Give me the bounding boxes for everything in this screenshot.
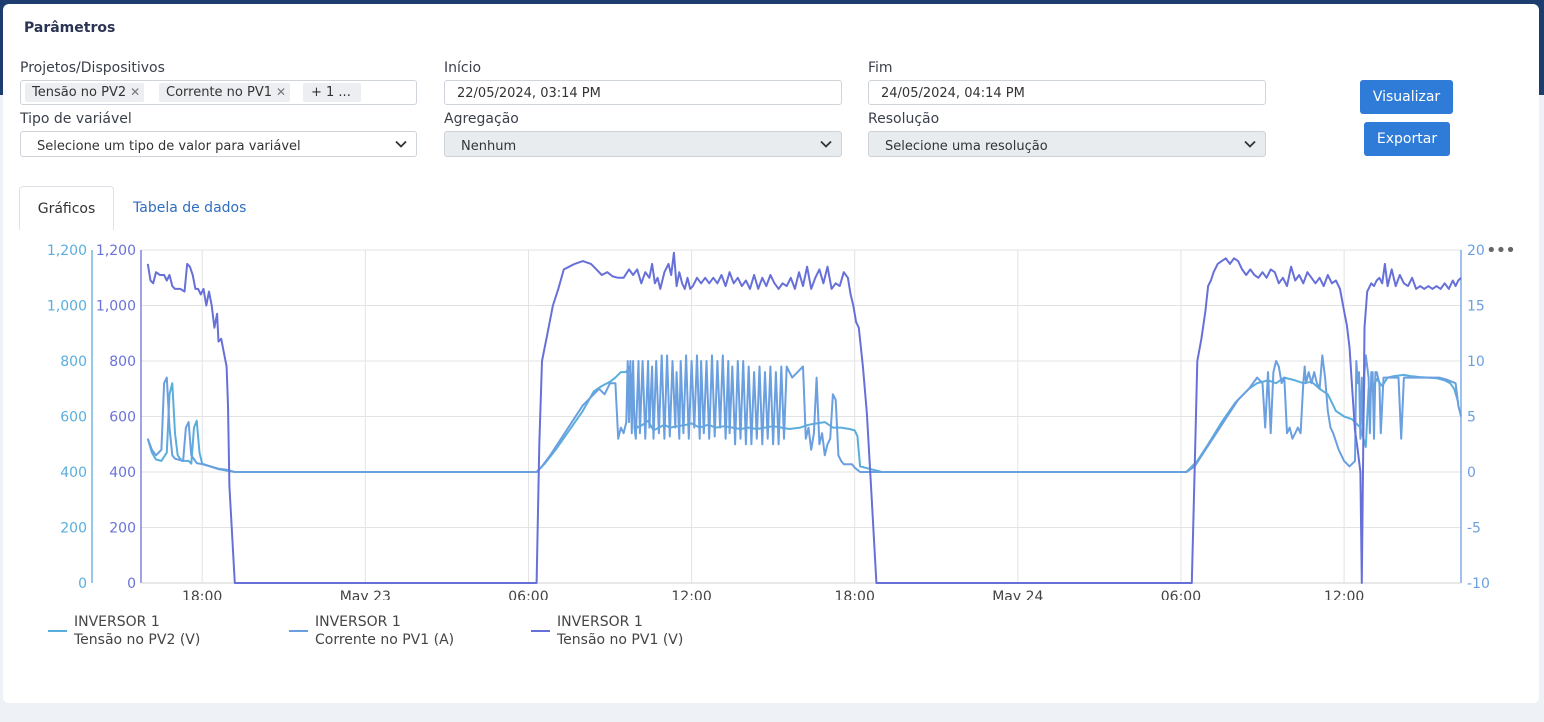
var-type-select[interactable]: Selecione um tipo de valor para variável [20, 131, 417, 157]
end-label: Fim [868, 60, 893, 76]
more-chips-badge[interactable]: + 1 ... [303, 83, 361, 102]
y-tick-label-left1: 400 [60, 465, 87, 481]
aggregation-value: Nenhum [461, 139, 517, 154]
start-value: 22/05/2024, 03:14 PM [457, 86, 601, 101]
y-tick-label-left2: 800 [109, 354, 136, 370]
legend-label: INVERSOR 1 Tensão no PV2 (V) [74, 613, 200, 649]
page-title: Parâmetros [24, 20, 116, 36]
x-tick-label: 18:00 [182, 589, 222, 600]
y-tick-label-left1: 1,200 [47, 243, 87, 259]
legend-swatch [48, 630, 67, 632]
legend-device: INVERSOR 1 [315, 614, 401, 630]
x-tick-label: May 23 [340, 589, 391, 600]
x-tick-label: 12:00 [1324, 589, 1364, 600]
chip-remove-icon[interactable]: ✕ [276, 85, 286, 99]
aggregation-label: Agregação [444, 111, 519, 127]
legend-series-name: Tensão no PV1 (V) [557, 632, 684, 648]
legend-device: INVERSOR 1 [74, 614, 160, 630]
chip-remove-icon[interactable]: ✕ [130, 85, 140, 99]
y-tick-label-left1: 200 [60, 521, 87, 537]
chip-label: Tensão no PV2 [32, 85, 127, 100]
legend-swatch [531, 630, 550, 632]
x-tick-label: 12:00 [671, 589, 711, 600]
y-tick-label-left2: 1,000 [96, 299, 136, 315]
y-tick-label-right: 15 [1467, 299, 1485, 315]
chip-label: Corrente no PV1 [166, 85, 272, 100]
start-datetime-input[interactable]: 22/05/2024, 03:14 PM [444, 80, 842, 105]
aggregation-select[interactable]: Nenhum [444, 131, 842, 157]
legend-label: INVERSOR 1 Tensão no PV1 (V) [557, 613, 683, 649]
x-tick-label: 18:00 [835, 589, 875, 600]
devices-multiselect[interactable]: Tensão no PV2 ✕ Corrente no PV1 ✕ + 1 ... [20, 80, 417, 105]
var-type-label: Tipo de variável [20, 111, 132, 127]
chevron-down-icon [1244, 140, 1256, 148]
legend-swatch [289, 630, 308, 632]
chip-label: + 1 ... [311, 85, 351, 100]
y-tick-label-left1: 800 [60, 354, 87, 370]
devices-label: Projetos/Dispositivos [20, 60, 165, 76]
legend-label: INVERSOR 1 Corrente no PV1 (A) [315, 613, 454, 649]
tab-data-table[interactable]: Tabela de dados [121, 186, 258, 230]
line-chart: 18:00 May 23 06:00 12:00 18:00 May 24 06:00 12:… [47, 243, 1490, 600]
end-datetime-input[interactable]: 24/05/2024, 04:14 PM [868, 80, 1266, 105]
y-tick-label-left1: 1,000 [47, 299, 87, 315]
x-tick-label: May 24 [992, 589, 1043, 600]
resolution-value: Selecione uma resolução [885, 139, 1048, 154]
legend-series-name: Tensão no PV2 (V) [74, 632, 201, 648]
y-tick-label-left2: 0 [127, 576, 136, 592]
export-button[interactable]: Exportar [1364, 122, 1450, 156]
legend-device: INVERSOR 1 [557, 614, 643, 630]
y-tick-label-right: -10 [1467, 576, 1490, 592]
var-type-value: Selecione um tipo de valor para variável [37, 139, 301, 154]
device-chip[interactable]: Tensão no PV2 ✕ [25, 83, 145, 102]
chevron-down-icon [395, 140, 407, 148]
end-value: 24/05/2024, 04:14 PM [881, 86, 1025, 101]
y-tick-label-right: 0 [1467, 465, 1476, 481]
tab-charts[interactable]: Gráficos [19, 186, 114, 230]
y-tick-label-right: -5 [1467, 521, 1481, 537]
y-tick-label-left2: 200 [109, 521, 136, 537]
y-tick-label-left2: 600 [109, 410, 136, 426]
visualize-button[interactable]: Visualizar [1360, 80, 1453, 114]
y-tick-label-left1: 0 [78, 576, 87, 592]
device-chip[interactable]: Corrente no PV1 ✕ [159, 83, 291, 102]
y-tick-label-left2: 400 [109, 465, 136, 481]
y-tick-label-left2: 1,200 [96, 243, 136, 259]
resolution-label: Resolução [868, 111, 940, 127]
chevron-down-icon [820, 140, 832, 148]
start-label: Início [444, 60, 482, 76]
y-tick-label-left1: 600 [60, 410, 87, 426]
y-tick-label-right: 20 [1467, 243, 1485, 259]
x-tick-label: 06:00 [1161, 589, 1201, 600]
y-tick-label-right: 10 [1467, 354, 1485, 370]
legend-series-name: Corrente no PV1 (A) [315, 632, 455, 648]
x-tick-label: 06:00 [508, 589, 548, 600]
resolution-select[interactable]: Selecione uma resolução [868, 131, 1266, 157]
series-line-pv1-current [146, 354, 1462, 473]
y-tick-label-right: 5 [1467, 410, 1476, 426]
